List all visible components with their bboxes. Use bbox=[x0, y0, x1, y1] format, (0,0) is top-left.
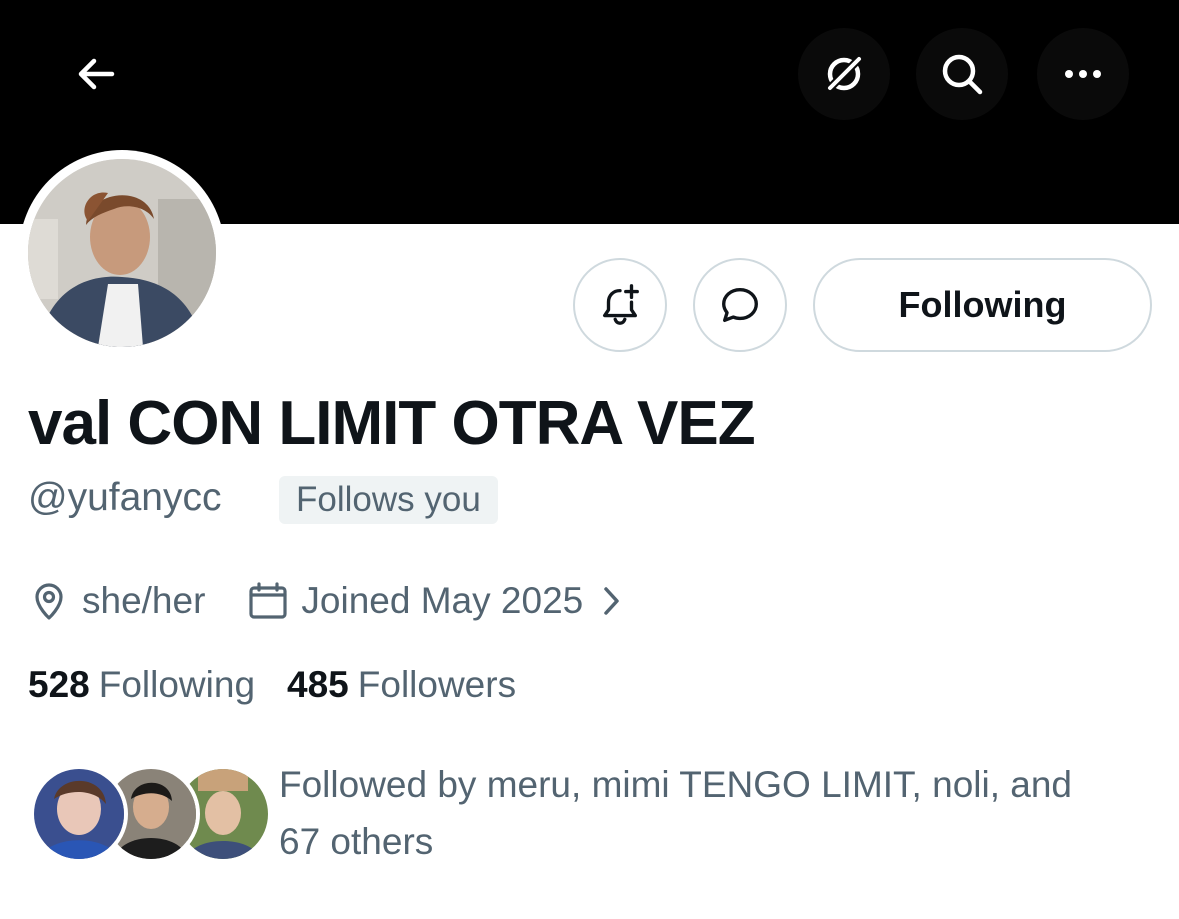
following-count: 528 bbox=[28, 664, 90, 705]
message-button[interactable] bbox=[693, 258, 787, 352]
profile-avatar[interactable] bbox=[19, 150, 225, 356]
search-icon bbox=[942, 54, 983, 95]
followed-by-line-2: 67 others bbox=[279, 821, 434, 862]
avatar bbox=[30, 765, 128, 863]
location-pin-icon bbox=[28, 580, 70, 622]
bell-plus-icon bbox=[602, 284, 639, 325]
more-horizontal-icon bbox=[1065, 70, 1101, 78]
followers-label: Followers bbox=[357, 664, 517, 705]
avatar-photo bbox=[28, 159, 216, 347]
followed-by-avatars[interactable] bbox=[30, 765, 272, 863]
pronouns-text: she/her bbox=[82, 580, 206, 621]
back-button[interactable] bbox=[50, 28, 142, 120]
follow-stats: 528 Following 485 Followers bbox=[28, 664, 516, 706]
follows-you-badge: Follows you bbox=[279, 476, 498, 524]
user-handle: @yufanycc bbox=[28, 476, 222, 519]
notify-button[interactable] bbox=[573, 258, 667, 352]
followed-by-text[interactable]: Followed by meru, mimi TENGO LIMIT, noli… bbox=[279, 756, 1159, 870]
calendar-icon bbox=[247, 580, 289, 622]
profile-meta: she/her Joined May 2025 bbox=[28, 578, 627, 624]
grok-button[interactable] bbox=[798, 28, 890, 120]
chat-bubble-icon bbox=[722, 287, 758, 323]
arrow-left-icon bbox=[78, 58, 115, 90]
chevron-right-icon[interactable] bbox=[597, 584, 627, 618]
search-button[interactable] bbox=[916, 28, 1008, 120]
joined-date: Joined May 2025 bbox=[301, 580, 584, 621]
followed-by-line-1: Followed by meru, mimi TENGO LIMIT, noli… bbox=[279, 764, 1073, 805]
grok-icon bbox=[825, 55, 863, 93]
following-label: Following bbox=[98, 664, 256, 705]
following-stat[interactable]: 528 Following bbox=[28, 664, 255, 706]
followers-count: 485 bbox=[287, 664, 349, 705]
display-name: val CON LIMIT OTRA VEZ bbox=[28, 389, 756, 458]
followers-stat[interactable]: 485 Followers bbox=[287, 664, 516, 706]
more-button[interactable] bbox=[1037, 28, 1129, 120]
following-button[interactable]: Following bbox=[813, 258, 1152, 352]
